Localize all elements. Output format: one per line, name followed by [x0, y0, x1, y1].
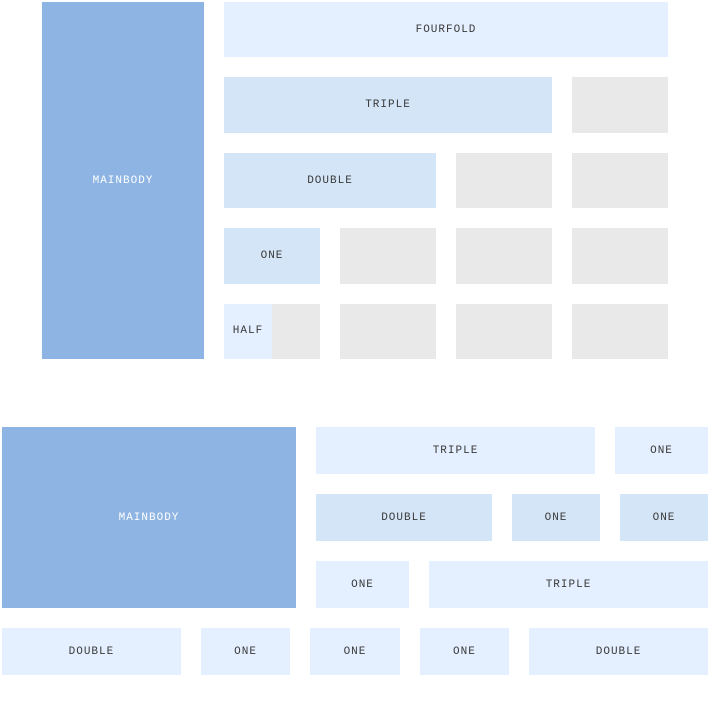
cell-one: ONE	[201, 628, 290, 675]
cell-triple: TRIPLE	[316, 427, 595, 474]
cell-one: ONE	[316, 561, 409, 608]
row-double: DOUBLE	[224, 153, 668, 208]
cell-one: ONE	[310, 628, 399, 675]
row-half: HALF	[224, 304, 668, 359]
cell-double: DOUBLE	[2, 628, 181, 675]
triple-label: TRIPLE	[433, 445, 479, 457]
one-tag: ONE	[615, 427, 708, 474]
grid-example-2: MAINBODY TRIPLE ONE	[0, 427, 710, 675]
double-label: DOUBLE	[307, 175, 353, 187]
one-tag: ONE	[316, 561, 409, 608]
cell-double: DOUBLE	[529, 628, 708, 675]
col	[340, 304, 436, 359]
one-label: ONE	[344, 646, 367, 658]
double-label: DOUBLE	[381, 512, 427, 524]
one-label: ONE	[650, 445, 673, 457]
one-label: ONE	[453, 646, 476, 658]
double-span: DOUBLE	[224, 153, 436, 208]
row-fourfold: FOURFOLD	[224, 2, 668, 57]
one-tag: ONE	[201, 628, 290, 675]
col	[572, 153, 668, 208]
one-tag: ONE	[620, 494, 708, 541]
triple-label: TRIPLE	[546, 579, 592, 591]
one-tag: ONE	[310, 628, 399, 675]
double-tag: DOUBLE	[529, 628, 708, 675]
row: TRIPLE ONE	[316, 427, 708, 474]
triple-tag: TRIPLE	[429, 561, 708, 608]
cell-one: ONE	[420, 628, 509, 675]
triple-span: TRIPLE	[224, 77, 552, 132]
mainbody-label: MAINBODY	[93, 175, 154, 187]
fourfold-span: FOURFOLD	[224, 2, 668, 57]
double-tag: DOUBLE	[2, 628, 181, 675]
double-label: DOUBLE	[596, 646, 642, 658]
grid-example-1: MAINBODY FOURFOLD TRIPLE	[0, 0, 710, 359]
row: ONE TRIPLE	[316, 561, 708, 608]
triple-label: TRIPLE	[365, 99, 411, 111]
grid: MAINBODY TRIPLE ONE	[2, 427, 708, 675]
half-span: HALF	[224, 304, 272, 359]
one-label: ONE	[351, 579, 374, 591]
one-tag: ONE	[420, 628, 509, 675]
mainbody-label: MAINBODY	[119, 512, 180, 524]
one-span: ONE	[224, 228, 320, 283]
mainbody-panel: MAINBODY	[2, 427, 296, 608]
one-label: ONE	[234, 646, 257, 658]
col	[572, 228, 668, 283]
cell-one: ONE	[620, 494, 708, 541]
cell-double: DOUBLE	[316, 494, 492, 541]
cell-triple: TRIPLE	[429, 561, 708, 608]
col	[572, 304, 668, 359]
row: DOUBLE ONE ONE	[316, 494, 708, 541]
half-label: HALF	[233, 325, 263, 337]
cell-one: ONE	[512, 494, 600, 541]
side-columns: FOURFOLD TRIPLE DOUBLE	[224, 2, 668, 359]
col	[340, 228, 436, 283]
col	[456, 153, 552, 208]
col	[456, 228, 552, 283]
one-label: ONE	[653, 512, 676, 524]
fourfold-label: FOURFOLD	[416, 24, 477, 36]
triple-tag: TRIPLE	[316, 427, 595, 474]
double-tag: DOUBLE	[316, 494, 492, 541]
double-label: DOUBLE	[69, 646, 115, 658]
one-label: ONE	[261, 250, 284, 262]
row-triple: TRIPLE	[224, 77, 668, 132]
top-block: MAINBODY TRIPLE ONE	[2, 427, 708, 608]
col	[572, 77, 668, 132]
one-label: ONE	[545, 512, 568, 524]
row-bottom: DOUBLE ONE ONE ONE DOUBLE	[2, 628, 708, 675]
right-rows: TRIPLE ONE DOUBLE	[316, 427, 708, 608]
cell-one: ONE	[615, 427, 708, 474]
one-tag: ONE	[512, 494, 600, 541]
col	[456, 304, 552, 359]
row-one: ONE	[224, 228, 668, 283]
mainbody-panel: MAINBODY	[42, 2, 204, 359]
